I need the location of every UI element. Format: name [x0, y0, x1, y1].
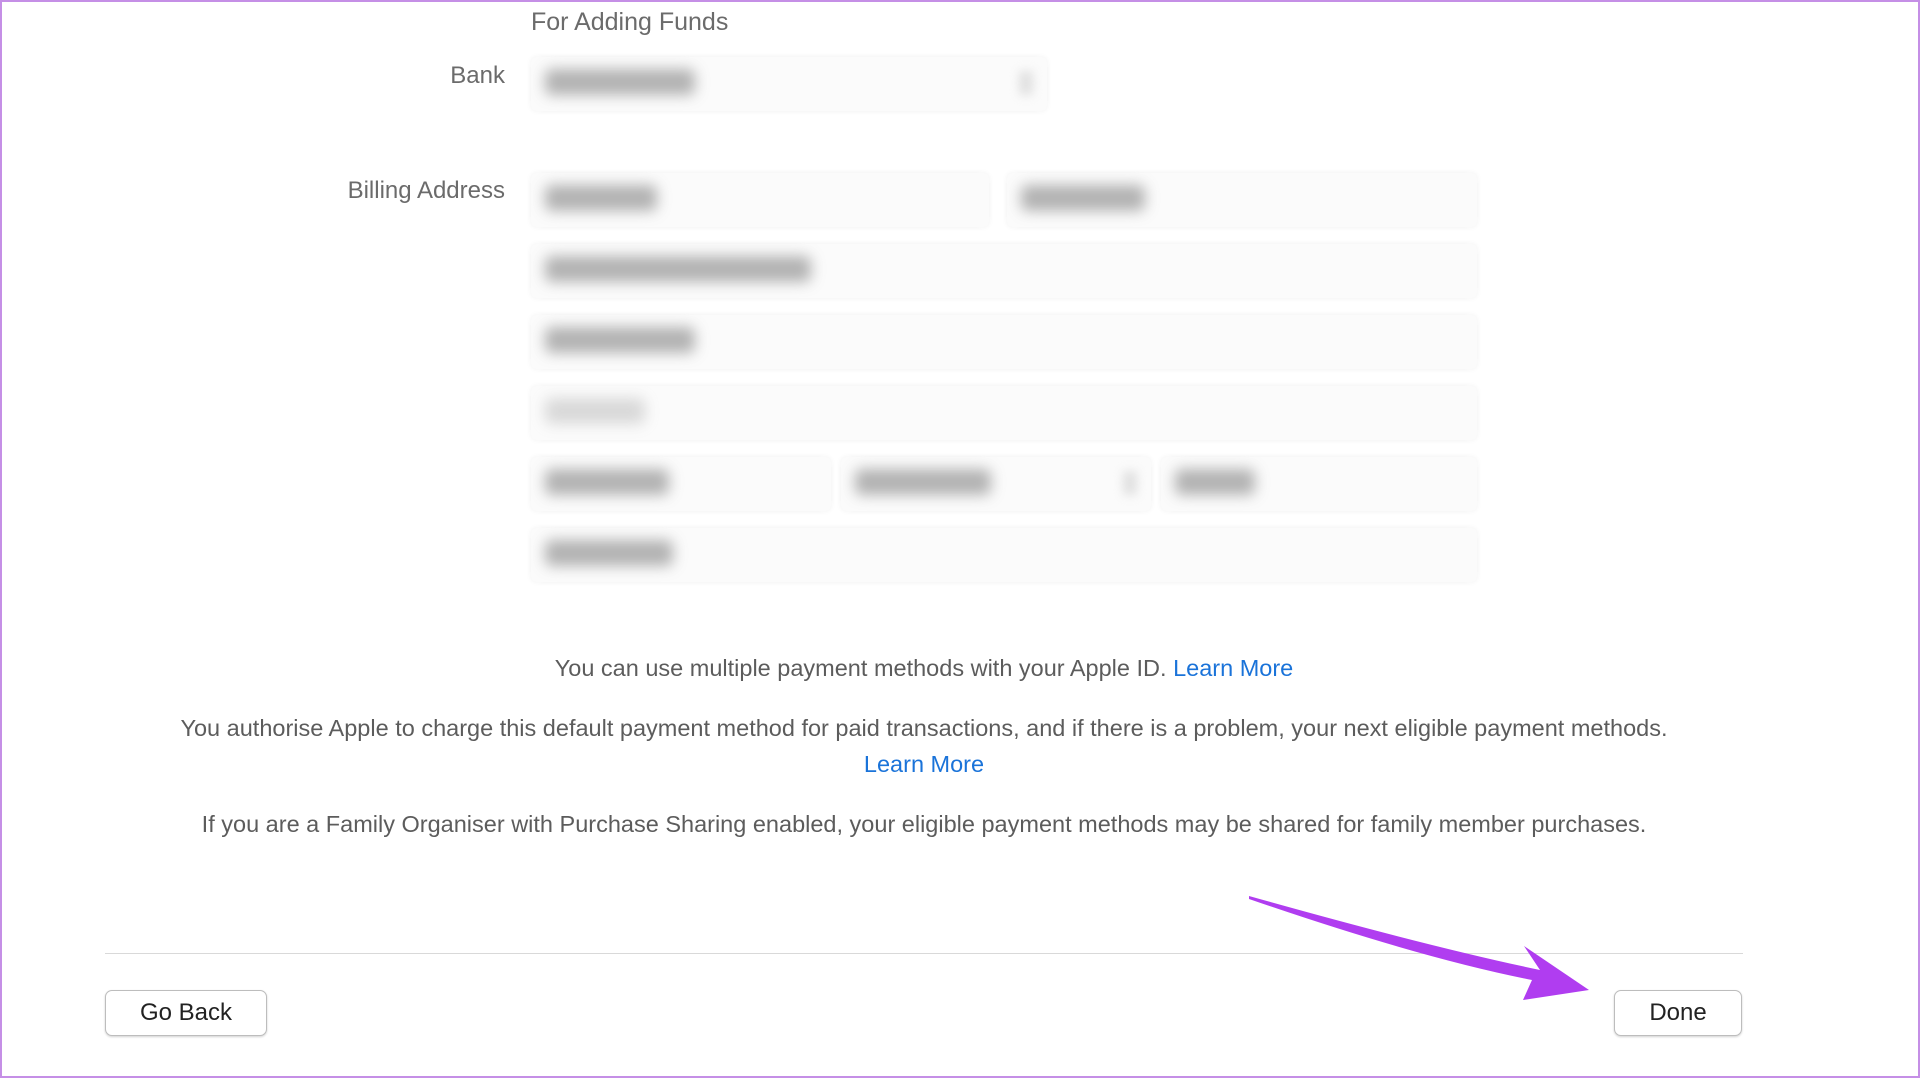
phone-value-redacted: [545, 540, 673, 566]
first-name-field[interactable]: [531, 173, 989, 227]
multiple-methods-info: You can use multiple payment methods wit…: [0, 650, 1848, 686]
phone-field[interactable]: [531, 528, 1477, 582]
bank-select[interactable]: [531, 57, 1047, 111]
bank-label: Bank: [450, 62, 505, 89]
last-name-value-redacted: [1021, 185, 1145, 211]
street-address-field[interactable]: [531, 244, 1477, 298]
done-button[interactable]: Done: [1614, 990, 1742, 1036]
address-line-2-value-redacted: [545, 327, 695, 353]
multiple-methods-text: You can use multiple payment methods wit…: [554, 655, 1167, 681]
family-sharing-info: If you are a Family Organiser with Purch…: [201, 811, 1647, 837]
postcode-field[interactable]: [1161, 457, 1477, 511]
address-line-3-placeholder-redacted: [545, 398, 645, 424]
learn-more-link-1[interactable]: Learn More: [1173, 655, 1293, 681]
state-value-redacted: [855, 469, 991, 495]
city-field[interactable]: [531, 457, 831, 511]
address-line-3-field[interactable]: [531, 386, 1477, 440]
city-value-redacted: [545, 469, 669, 495]
go-back-button[interactable]: Go Back: [105, 990, 267, 1036]
chevron-down-icon: [1019, 71, 1033, 95]
section-heading: For Adding Funds: [531, 8, 729, 36]
authorise-info-link-row: Learn More: [0, 746, 1848, 782]
postcode-value-redacted: [1175, 469, 1255, 495]
authorise-info-text: You authorise Apple to charge this defau…: [180, 715, 1668, 741]
last-name-field[interactable]: [1007, 173, 1477, 227]
first-name-value-redacted: [545, 185, 657, 211]
street-address-value-redacted: [545, 256, 811, 282]
billing-address-label: Billing Address: [347, 177, 505, 204]
address-line-2-field[interactable]: [531, 315, 1477, 369]
footer-divider: [105, 953, 1743, 954]
learn-more-link-2[interactable]: Learn More: [864, 751, 984, 777]
state-select[interactable]: [841, 457, 1151, 511]
chevron-down-icon: [1123, 471, 1137, 495]
bank-value-redacted: [545, 69, 695, 95]
